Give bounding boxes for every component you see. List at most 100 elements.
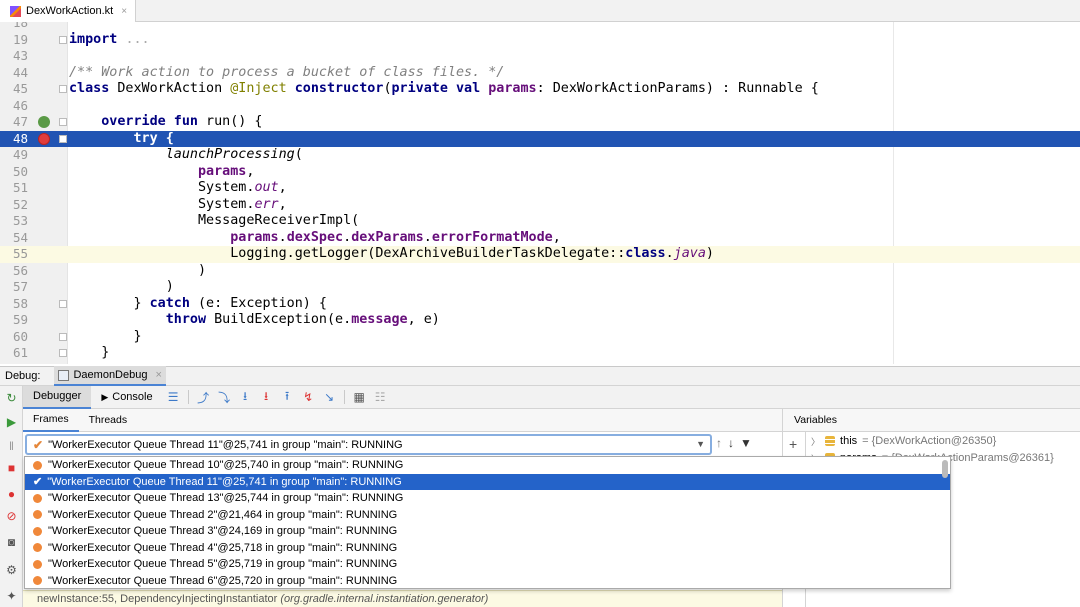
code-line[interactable]: 56 ) <box>0 263 1080 280</box>
scrollbar[interactable] <box>942 460 948 478</box>
drop-frame-icon[interactable]: ↯ <box>300 389 317 406</box>
dropdown-arrow-icon[interactable]: ▼ <box>696 439 705 449</box>
camera-icon[interactable]: ◙ <box>5 536 18 549</box>
code-text: } <box>69 345 110 360</box>
step-out-icon[interactable]: ⭱ <box>279 389 296 406</box>
fold-marker-icon[interactable] <box>59 118 67 126</box>
settings-icon[interactable]: ⚙ <box>5 564 18 577</box>
thread-list-item[interactable]: "WorkerExecutor Queue Thread 3"@24,169 i… <box>25 523 950 540</box>
next-frame-icon[interactable]: ↓ <box>728 436 734 450</box>
filter-icon[interactable]: ▼ <box>740 436 752 450</box>
tab-threads[interactable]: Threads <box>79 409 138 432</box>
frame-nav-buttons: ↑ ↓ ▼ <box>716 436 752 450</box>
tab-console[interactable]: ▶ Console <box>91 386 162 409</box>
fold-marker-icon[interactable] <box>59 349 67 357</box>
evaluate-expression-icon[interactable]: ▦ <box>351 389 368 406</box>
code-line[interactable]: 60 } <box>0 329 1080 346</box>
fold-marker-icon[interactable] <box>59 35 67 44</box>
thread-label: "WorkerExecutor Queue Thread 13"@25,744 … <box>48 492 404 505</box>
fold-marker-icon[interactable] <box>59 332 67 341</box>
thread-label: "WorkerExecutor Queue Thread 4"@25,718 i… <box>48 541 398 554</box>
thread-list-item[interactable]: ✔ "WorkerExecutor Queue Thread 11"@25,741… <box>25 473 950 490</box>
thread-label: "WorkerExecutor Queue Thread 2"@21,464 i… <box>48 508 398 521</box>
breakpoint-icon[interactable] <box>38 132 50 145</box>
variables-title: Variables <box>794 414 837 426</box>
thread-list-item[interactable]: "WorkerExecutor Queue Thread 10"@25,740 … <box>25 457 950 474</box>
previous-frame-icon[interactable]: ↑ <box>716 436 722 450</box>
mute-breakpoints-icon[interactable]: ⊘ <box>5 510 18 523</box>
code-line[interactable]: 51 System.out, <box>0 180 1080 197</box>
fold-marker-icon[interactable] <box>59 299 67 308</box>
debug-tool-window-header: Debug: DaemonDebug × <box>0 366 1080 386</box>
add-watch-icon[interactable]: + <box>789 436 797 452</box>
stack-frame-row[interactable]: newInstance:55, DependencyInjectingInsta… <box>23 590 782 607</box>
thread-selector[interactable]: ✔ "WorkerExecutor Queue Thread 11"@25,74… <box>25 434 712 455</box>
code-line[interactable]: 61 } <box>0 345 1080 362</box>
layout-menu-icon[interactable]: ☰ <box>165 389 182 406</box>
expand-icon[interactable]: 〉 <box>811 435 820 448</box>
line-number: 59 <box>12 312 28 327</box>
override-marker-icon[interactable] <box>38 116 50 128</box>
trace-icon[interactable]: ☷ <box>372 389 389 406</box>
code-line[interactable]: 55 Logging.getLogger(DexArchiveBuilderTa… <box>0 246 1080 263</box>
run-to-cursor-icon[interactable]: ↘ <box>321 389 338 406</box>
pause-icon[interactable]: ‖ <box>5 440 18 453</box>
code-text: override fun run() { <box>101 114 263 129</box>
thread-list-item[interactable]: "WorkerExecutor Queue Thread 13"@25,744 … <box>25 490 950 507</box>
code-line[interactable]: 45 class DexWorkAction @Inject constructo… <box>0 81 1080 98</box>
thread-list-item[interactable]: "WorkerExecutor Queue Thread 6"@25,720 i… <box>25 573 950 589</box>
thread-running-icon <box>33 559 42 569</box>
code-line[interactable]: 49 launchProcessing( <box>0 147 1080 164</box>
thread-list-item[interactable]: "WorkerExecutor Queue Thread 2"@21,464 i… <box>25 507 950 524</box>
code-line[interactable]: 59 throw BuildException(e.message, e) <box>0 312 1080 329</box>
code-line[interactable]: 53 MessageReceiverImpl( <box>0 213 1080 230</box>
line-number: 56 <box>12 262 28 278</box>
editor-tab-bar: DexWorkAction.kt × <box>0 0 1080 22</box>
thread-dropdown-list[interactable]: "WorkerExecutor Queue Thread 10"@25,740 … <box>24 456 951 589</box>
code-line[interactable]: 47 override fun run() { <box>0 114 1080 131</box>
tab-debugger[interactable]: Debugger <box>23 385 92 409</box>
step-over-icon[interactable]: ⤵ <box>216 389 233 406</box>
code-line[interactable]: 57 ) <box>0 279 1080 296</box>
thread-list-item[interactable]: "WorkerExecutor Queue Thread 4"@25,718 i… <box>25 540 950 557</box>
debug-session-tab[interactable]: DaemonDebug × <box>54 366 166 386</box>
code-line[interactable]: 44 /** Work action to process a bucket of… <box>0 65 1080 82</box>
close-tab-icon[interactable]: × <box>121 6 127 17</box>
code-line[interactable]: 50 params, <box>0 164 1080 181</box>
code-line[interactable]: 46 <box>0 98 1080 115</box>
code-line[interactable]: 54 params.dexSpec.dexParams.errorFormatM… <box>0 230 1080 247</box>
thread-label: "WorkerExecutor Queue Thread 5"@25,719 i… <box>48 558 398 571</box>
fold-marker-icon[interactable] <box>59 85 67 93</box>
variable-row[interactable]: 〉 this = {DexWorkAction@26350} <box>811 433 996 449</box>
rerun-icon[interactable]: ↻ <box>5 392 18 405</box>
file-tab[interactable]: DexWorkAction.kt × <box>0 0 137 22</box>
code-editor[interactable]: 18 19 import ... 43 44 /** Work action to pro… <box>0 22 1080 364</box>
tab-frames[interactable]: Frames <box>23 409 79 432</box>
thread-list-item[interactable]: "WorkerExecutor Queue Thread 5"@25,719 i… <box>25 556 950 573</box>
code-line[interactable]: 18 <box>0 22 1080 32</box>
step-into-icon[interactable]: ⭳ <box>237 389 254 406</box>
code-line[interactable]: 19 import ... <box>0 32 1080 49</box>
debug-left-toolbar: ↻ ▶ ‖ ■ ● ⊘ ◙ ⚙ ✦ <box>0 386 23 607</box>
code-text: System.err, <box>69 196 287 212</box>
frames-panel-header: Frames Threads <box>23 409 782 432</box>
code-line[interactable]: 52 System.err, <box>0 197 1080 214</box>
stop-icon[interactable]: ■ <box>5 462 18 475</box>
show-execution-point-icon[interactable]: ⤴ <box>195 389 212 406</box>
close-session-icon[interactable]: × <box>155 369 161 381</box>
pin-icon[interactable]: ✦ <box>5 590 18 603</box>
view-breakpoints-icon[interactable]: ● <box>5 488 18 501</box>
code-line[interactable]: 48 try { <box>0 130 1080 147</box>
code-line[interactable]: 58 } catch (e: Exception) { <box>0 296 1080 313</box>
fold-marker-icon[interactable] <box>59 134 67 143</box>
tab-console-label: Console <box>112 391 153 403</box>
thread-running-icon <box>33 576 42 586</box>
code-line[interactable]: 43 <box>0 48 1080 65</box>
code-text: throw BuildException(e.message, e) <box>165 312 440 327</box>
line-number: 48 <box>12 130 28 146</box>
tab-frames-label: Frames <box>33 413 69 425</box>
code-text: ) <box>69 279 174 294</box>
debug-session-label: DaemonDebug <box>73 369 148 381</box>
resume-icon[interactable]: ▶ <box>5 416 18 429</box>
force-step-into-icon[interactable]: ⭳ <box>258 389 275 406</box>
